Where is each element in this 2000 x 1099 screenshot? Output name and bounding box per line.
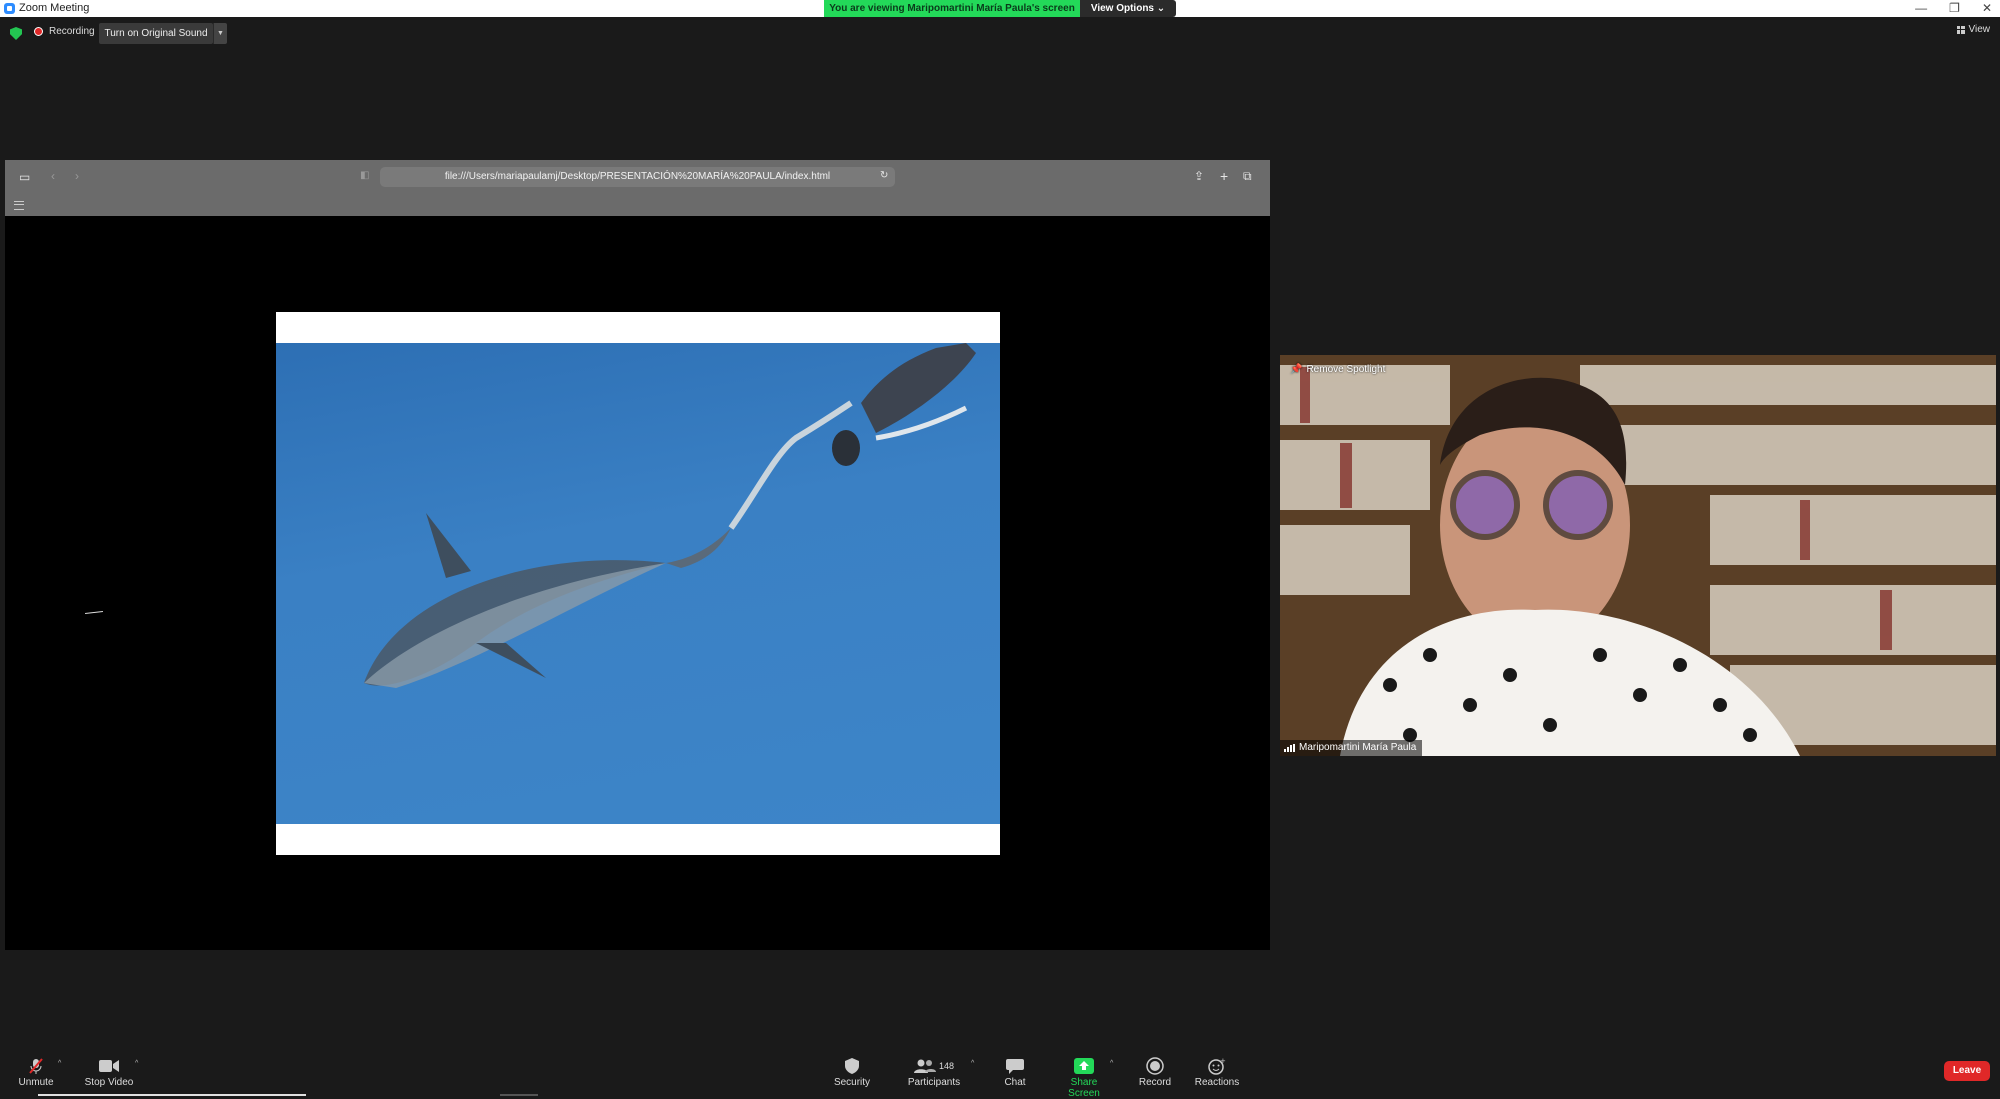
- browser-toolbar: ▭ ‹ › ◧ file:///Users/mariapaulamj/Deskt…: [5, 160, 1270, 216]
- unmute-button[interactable]: Unmute: [14, 1056, 58, 1088]
- participants-icon: [913, 1059, 936, 1073]
- viewing-banner: You are viewing Maripomartini María Paul…: [824, 0, 1080, 17]
- record-icon: [1136, 1056, 1174, 1076]
- restore-button[interactable]: ❐: [1949, 0, 1960, 16]
- security-shield-icon: [830, 1056, 874, 1076]
- remove-spotlight-label: Remove Spotlight: [1306, 364, 1386, 375]
- slide-photo: [276, 343, 1000, 824]
- presentation-slide: [276, 312, 1000, 855]
- close-button[interactable]: ✕: [1982, 0, 1992, 16]
- share-icon: ⇪: [1194, 169, 1205, 183]
- encryption-shield-icon[interactable]: [10, 27, 22, 40]
- window-title: Zoom Meeting: [19, 2, 90, 14]
- recording-indicator[interactable]: Recording: [34, 26, 95, 37]
- share-screen-button[interactable]: Share Screen: [1054, 1056, 1114, 1099]
- shark-diver-illustration: [364, 343, 976, 688]
- address-bar: file:///Users/mariapaulamj/Desktop/PRESE…: [380, 167, 895, 187]
- sidebar-icon: ▭: [19, 170, 31, 184]
- menu-icon: [14, 201, 24, 210]
- chat-bubble-icon: [998, 1056, 1032, 1076]
- chat-button[interactable]: Chat: [998, 1056, 1032, 1088]
- view-options-label: View Options: [1090, 3, 1154, 14]
- view-button[interactable]: View: [1956, 24, 1991, 35]
- remove-spotlight-button[interactable]: 📌 Remove Spotlight: [1290, 364, 1385, 375]
- participant-video[interactable]: 📌 Remove Spotlight Maripomartini María P…: [1280, 355, 1996, 756]
- original-sound-button[interactable]: Turn on Original Sound: [99, 23, 213, 44]
- audio-options-caret[interactable]: ^: [58, 1060, 61, 1067]
- record-button[interactable]: Record: [1136, 1056, 1174, 1088]
- video-camera-icon: [82, 1056, 136, 1076]
- signal-strength-icon: [1284, 744, 1295, 752]
- back-icon: ‹: [51, 169, 55, 183]
- chevron-down-icon: ⌄: [1156, 3, 1166, 14]
- reload-icon: ↻: [880, 170, 889, 181]
- reactions-button[interactable]: + Reactions: [1194, 1056, 1240, 1088]
- tabs-overview-icon: ⧉: [1243, 169, 1252, 183]
- new-tab-icon: +: [1220, 168, 1229, 184]
- video-options-caret[interactable]: ^: [135, 1060, 138, 1067]
- participants-count: 148: [938, 1061, 955, 1071]
- chat-label: Chat: [1004, 1077, 1026, 1088]
- participant-nametag: Maripomartini María Paula: [1280, 740, 1423, 756]
- security-label: Security: [833, 1077, 871, 1088]
- grid-view-icon: [1956, 25, 1965, 34]
- forward-icon: ›: [75, 169, 79, 183]
- original-sound-dropdown[interactable]: ▼: [213, 23, 227, 44]
- unmute-label: Unmute: [18, 1077, 54, 1088]
- reactions-smiley-icon: +: [1194, 1056, 1240, 1076]
- share-options-caret[interactable]: ^: [1110, 1060, 1113, 1067]
- shared-screen: ▭ ‹ › ◧ file:///Users/mariapaulamj/Deskt…: [5, 160, 1270, 950]
- muted-microphone-icon: [14, 1056, 58, 1076]
- stop-video-button[interactable]: Stop Video: [82, 1056, 136, 1088]
- app-title: Zoom Meeting: [4, 2, 89, 14]
- participant-name: Maripomartini María Paula: [1299, 742, 1417, 753]
- participants-button[interactable]: 148 Participants: [904, 1056, 964, 1088]
- stop-video-label: Stop Video: [84, 1077, 134, 1088]
- view-options-button[interactable]: View Options ⌄: [1080, 0, 1176, 17]
- cursor-mark: [84, 611, 104, 614]
- pin-icon: 📌: [1290, 364, 1303, 375]
- bookshelf-background: [1280, 355, 1996, 756]
- caret-down-icon: ▼: [217, 30, 224, 37]
- zoom-logo-icon: [4, 2, 15, 14]
- security-button[interactable]: Security: [830, 1056, 874, 1088]
- participants-label: Participants: [907, 1077, 961, 1088]
- participants-options-caret[interactable]: ^: [971, 1060, 974, 1067]
- minimize-button[interactable]: —: [1915, 0, 1927, 16]
- leave-button[interactable]: Leave: [1944, 1061, 1990, 1081]
- share-screen-icon: [1054, 1056, 1114, 1076]
- reactions-label: Reactions: [1194, 1077, 1240, 1088]
- recording-label: Recording: [49, 26, 95, 37]
- reader-icon: ◧: [360, 170, 370, 181]
- view-label: View: [1968, 24, 1991, 35]
- svg-text:+: +: [1220, 1057, 1226, 1065]
- window-controls: — ❐ ✕: [1915, 0, 1992, 16]
- recording-dot-icon: [34, 27, 43, 36]
- record-label: Record: [1138, 1077, 1172, 1088]
- meeting-toolbar: Unmute ^ Stop Video ^ Security 148 Parti…: [0, 1044, 2000, 1099]
